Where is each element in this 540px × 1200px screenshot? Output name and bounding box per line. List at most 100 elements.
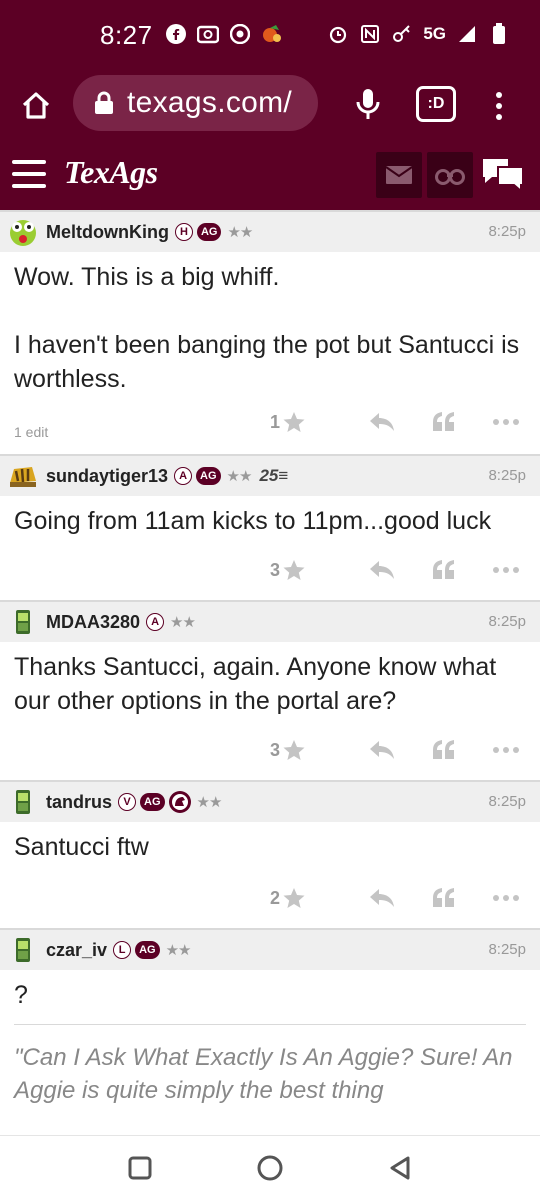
- more-options-icon[interactable]: [492, 556, 520, 584]
- key-icon: [391, 23, 413, 45]
- ag-badge: AG: [196, 467, 221, 485]
- post-time[interactable]: 8:25p: [488, 793, 526, 810]
- post-card: sundaytiger13 A AG ★★ 25≡ 8:25p Going fr…: [0, 454, 540, 600]
- like-button[interactable]: 3: [246, 558, 306, 582]
- hamburger-menu-icon[interactable]: [12, 160, 46, 188]
- more-options-icon[interactable]: [492, 736, 520, 764]
- ag-badge: AG: [140, 793, 165, 811]
- microphone-icon: [356, 89, 380, 119]
- star-icon: [283, 560, 305, 580]
- star-icon: [283, 740, 305, 760]
- donor-badge: 25≡: [259, 466, 289, 485]
- messages-button[interactable]: [376, 152, 422, 198]
- edit-note[interactable]: 1 edit: [14, 424, 48, 440]
- radio-icon: [197, 23, 219, 45]
- rank-badge: A: [174, 467, 193, 485]
- like-button[interactable]: 1: [246, 410, 306, 434]
- hamburger-line: [12, 160, 46, 164]
- chat-button[interactable]: [478, 152, 528, 198]
- star-rating: ★★: [165, 942, 192, 959]
- reply-icon[interactable]: [368, 556, 396, 584]
- post-body: Santucci ftw: [14, 833, 149, 861]
- reply-icon[interactable]: [368, 884, 396, 912]
- username[interactable]: czar_iv: [46, 940, 107, 961]
- network-type: 5G: [423, 24, 446, 43]
- address-bar[interactable]: texags.com/: [73, 75, 318, 131]
- alarm-icon: [327, 23, 349, 45]
- star-icon: [283, 888, 305, 908]
- hamburger-line: [12, 172, 46, 176]
- quote-icon[interactable]: [430, 736, 458, 764]
- username[interactable]: MDAA3280: [46, 612, 140, 633]
- post-header: MeltdownKing H AG ★★ 8:25p: [0, 212, 540, 252]
- rank-badge: H: [174, 223, 193, 241]
- post-time[interactable]: 8:25p: [488, 941, 526, 958]
- like-count: 3: [269, 559, 280, 580]
- like-button[interactable]: 3: [246, 738, 306, 762]
- more-options-icon[interactable]: [492, 408, 520, 436]
- back-triangle-icon[interactable]: [384, 1152, 416, 1184]
- like-count: 1: [269, 411, 280, 432]
- post-time[interactable]: 8:25p: [488, 467, 526, 484]
- browser-menu-button[interactable]: [484, 84, 514, 128]
- status-bar: 8:27 5G: [0, 0, 540, 70]
- browser-toolbar: texags.com/ :D: [0, 70, 540, 140]
- post-actions: 3: [0, 538, 540, 600]
- watch-button[interactable]: [427, 152, 473, 198]
- battery-icon: [488, 23, 510, 45]
- username[interactable]: MeltdownKing: [46, 222, 169, 243]
- post-header: czar_iv L AG ★★ 8:25p: [0, 930, 540, 970]
- rank-badge: V: [118, 793, 137, 811]
- more-options-icon[interactable]: [492, 884, 520, 912]
- quote-icon[interactable]: [430, 556, 458, 584]
- voice-search-button[interactable]: [346, 82, 390, 126]
- chat-bubbles-icon: [483, 159, 524, 194]
- tiger-hat-icon[interactable]: [8, 461, 38, 491]
- quote-icon[interactable]: [430, 884, 458, 912]
- star-rating: ★★: [227, 224, 253, 241]
- reply-icon[interactable]: [368, 736, 396, 764]
- star-rating: ★★: [170, 614, 196, 631]
- signal-icon: [456, 23, 478, 45]
- hamburger-line: [12, 184, 46, 188]
- facebook-icon: [165, 23, 187, 45]
- like-count: 2: [269, 887, 280, 908]
- recents-square-icon[interactable]: [124, 1152, 156, 1184]
- browser-home-button[interactable]: [14, 84, 58, 128]
- url-text: texags.com/: [127, 86, 293, 119]
- nfc-icon: [359, 23, 381, 45]
- site-logo[interactable]: TexAgs: [64, 154, 158, 191]
- post-card: MDAA3280 A ★★ 8:25p Thanks Santucci, aga…: [0, 600, 540, 780]
- phone-icon[interactable]: [8, 935, 38, 965]
- star-rating: ★★: [226, 468, 253, 485]
- frog-face-icon[interactable]: [8, 217, 38, 247]
- chrome-icon: [229, 23, 251, 45]
- thread-feed[interactable]: MeltdownKing H AG ★★ 8:25p Wow. This is …: [0, 210, 540, 1135]
- post-time[interactable]: 8:25p: [488, 223, 526, 240]
- home-icon: [22, 92, 50, 119]
- post-card: czar_iv L AG ★★ 8:25p ? "Can I Ask What …: [0, 928, 540, 1107]
- phone-icon[interactable]: [8, 787, 38, 817]
- username[interactable]: sundaytiger13: [46, 466, 168, 487]
- lock-icon: [95, 91, 113, 114]
- post-body: ?: [14, 981, 28, 1009]
- post-header: sundaytiger13 A AG ★★ 25≡ 8:25p: [0, 456, 540, 496]
- tab-switcher-button[interactable]: :D: [416, 86, 456, 122]
- post-time[interactable]: 8:25p: [488, 613, 526, 630]
- mascot-emblem-icon: [168, 791, 191, 813]
- status-time: 8:27: [100, 20, 153, 50]
- post-header: tandrus V AG ★★ 8:25p: [0, 782, 540, 822]
- username[interactable]: tandrus: [46, 792, 112, 813]
- like-button[interactable]: 2: [246, 886, 306, 910]
- user-signature: "Can I Ask What Exactly Is An Aggie? Sur…: [14, 1024, 526, 1107]
- phone-icon[interactable]: [8, 607, 38, 637]
- reply-icon[interactable]: [368, 408, 396, 436]
- home-circle-icon[interactable]: [254, 1152, 286, 1184]
- post-card: MeltdownKing H AG ★★ 8:25p Wow. This is …: [0, 210, 540, 454]
- star-rating: ★★: [196, 794, 223, 811]
- like-count: 3: [269, 739, 280, 760]
- post-actions: 3: [0, 718, 540, 780]
- post-body: Thanks Santucci, again. Anyone know what…: [14, 653, 497, 715]
- system-nav-bar: [0, 1135, 540, 1200]
- quote-icon[interactable]: [430, 408, 458, 436]
